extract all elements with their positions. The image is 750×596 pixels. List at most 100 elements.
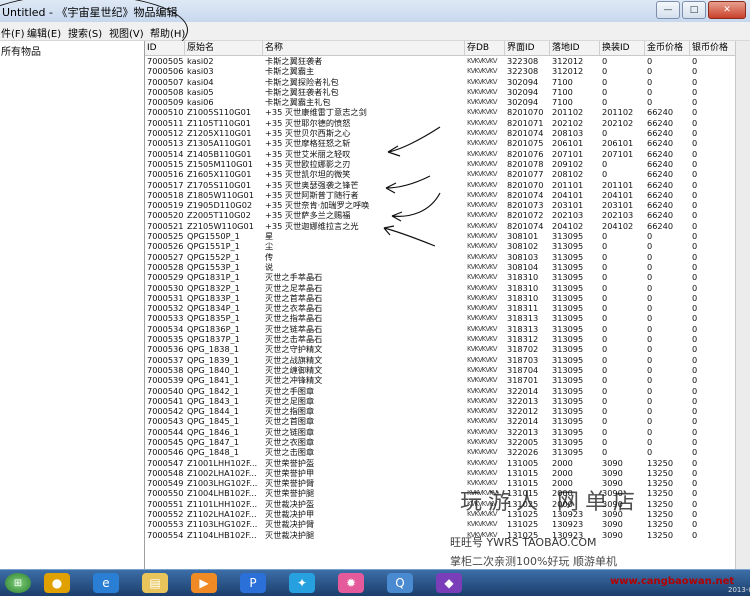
table-row[interactable]: 7000530 QPG1832P_1 灭世之足萃晶石 KVKVKVKV 318310 31… (145, 283, 750, 293)
cell-original-name: QPG_1843_1 (187, 395, 239, 406)
table-row[interactable]: 7000536 QPG_1838_1 灭世之守护精文 KVKVKVKV 318702 31… (145, 344, 750, 354)
cell-swap-id: 0 (602, 282, 608, 293)
table-row[interactable]: 7000531 QPG1833P_1 灭世之首萃晶石 KVKVKVKV 318310 31… (145, 293, 750, 303)
table-row[interactable]: 7000533 QPG1835P_1 灭世之指萃晶石 KVKVKVKV 318313 31… (145, 313, 750, 323)
table-row[interactable]: 7000509 kasi06 卡斯之翼霸主礼包 KVKVKVKV 302094 7100 0… (145, 97, 750, 107)
app-icon[interactable]: ✦ (289, 573, 315, 593)
table-row[interactable]: 7000518 Z1805W110G01 +35 灭世阿斯普丁随行者 KVKVKVKV… (145, 190, 750, 200)
table-row[interactable]: 7000554 Z1104LHB102F... 灭世裁决护腿 KVKVKVKV 1310… (145, 530, 750, 540)
menu-view[interactable]: 视图(V) (109, 25, 144, 40)
cell-swap-id: 204101 (602, 189, 634, 200)
table-row[interactable]: 7000547 Z1001LHH102F... 灭世荣誉护盔 KVKVKVKV 1310… (145, 458, 750, 468)
table-row[interactable]: 7000512 Z1205X110G01 +35 灭世贝尔西斯之心 KVKVKVKV 8… (145, 128, 750, 138)
table-row[interactable]: 7000514 Z1405B110G01 +35 灭世艾米丽之轻叹 KVKVKVKV 8… (145, 149, 750, 159)
cell-original-name: Z1101LHH102F... (187, 498, 258, 509)
table-row[interactable]: 7000540 QPG_1842_1 灭世之手图章 KVKVKVKV 322014 313… (145, 386, 750, 396)
col-header-id[interactable]: ID (145, 41, 185, 55)
cell-swap-id: 0 (602, 97, 608, 108)
table-row[interactable]: 7000537 QPG_1839_1 灭世之战旗精文 KVKVKVKV 318703 31… (145, 355, 750, 365)
cell-name: 灭世之链图章 (265, 426, 315, 437)
table-row[interactable]: 7000529 QPG1831P_1 灭世之手萃晶石 KVKVKVKV 318310 31… (145, 272, 750, 282)
item-grid[interactable]: ID 原始名 名称 存DB 界面ID 落地ID 换装ID 金币价格 银币价格 7… (145, 41, 750, 569)
cell-db: KVKVKVKV (467, 57, 498, 65)
col-header-db[interactable]: 存DB (465, 41, 505, 55)
cell-db: KVKVKVKV (467, 232, 498, 241)
col-header-name[interactable]: 名称 (263, 41, 465, 55)
cell-id: 7000553 (147, 519, 184, 530)
cell-id: 7000534 (147, 323, 184, 334)
table-row[interactable]: 7000553 Z1103LHG102F... 灭世裁决护臂 KVKVKVKV 1310… (145, 519, 750, 529)
table-row[interactable]: 7000521 Z2105W110G01 +35 灭世迦娜维拉言之光 KVKVKVKV… (145, 221, 750, 231)
item-tree[interactable]: 所有物品 (0, 41, 145, 569)
table-row[interactable]: 7000520 Z2005T110G02 +35 灭世萨多兰之赐福 KVKVKVKV 8… (145, 210, 750, 220)
cell-name: +35 灭世欧拉娜影之刃 (265, 158, 351, 169)
editor-icon[interactable]: ◆ (436, 573, 462, 593)
vertical-scrollbar[interactable] (735, 41, 750, 569)
close-button[interactable]: ✕ (708, 1, 746, 19)
table-row[interactable]: 7000513 Z1305A110G01 +35 灭世摩格狂怒之斩 KVKVKVKV 8… (145, 138, 750, 148)
table-row[interactable]: 7000505 kasi02 卡斯之翼狂袭者 KVKVKVKV 322308 312012… (145, 56, 750, 66)
cell-drop-id: 313095 (552, 292, 584, 303)
col-header-drop-id[interactable]: 落地ID (550, 41, 600, 55)
table-row[interactable]: 7000515 Z1505M110G01 +35 灭世欧拉娜影之刃 KVKVKVKV 8… (145, 159, 750, 169)
tree-root-all-items[interactable]: 所有物品 (1, 43, 41, 58)
player-icon[interactable]: P (240, 573, 266, 593)
table-row[interactable]: 7000516 Z1605X110G01 +35 灭世凯尔坦的微笑 KVKVKVKV 8… (145, 169, 750, 179)
table-row[interactable]: 7000527 QPG1552P_1 传 KVKVKVKV 308103 313095 0 0… (145, 252, 750, 262)
table-row[interactable]: 7000549 Z1003LHG102F... 灭世荣誉护臂 KVKVKVKV 1310… (145, 478, 750, 488)
table-row[interactable]: 7000552 Z1102LHA102F... 灭世裁决护甲 KVKVKVKV 1310… (145, 509, 750, 519)
table-row[interactable]: 7000507 kasi04 卡斯之翼探险者礼包 KVKVKVKV 302094 7100… (145, 77, 750, 87)
col-header-swap-id[interactable]: 换装ID (600, 41, 645, 55)
menu-file[interactable]: 件(F) (1, 25, 25, 40)
start-button[interactable]: ⊞ (5, 573, 31, 593)
table-row[interactable]: 7000551 Z1101LHH102F... 灭世裁决护盔 KVKVKVKV 1310… (145, 499, 750, 509)
table-row[interactable]: 7000546 QPG_1848_1 灭世之击图章 KVKVKVKV 322026 313… (145, 447, 750, 457)
cell-gold-price: 66240 (647, 158, 674, 169)
table-row[interactable]: 7000528 QPG1553P_1 说 KVKVKVKV 308104 313095 0 0… (145, 262, 750, 272)
qq-icon[interactable]: ● (44, 573, 70, 593)
cell-swap-id: 0 (602, 436, 608, 447)
ie-icon[interactable]: e (93, 573, 119, 593)
table-row[interactable]: 7000508 kasi05 卡斯之翼狂袭者礼包 KVKVKVKV 302094 7100… (145, 87, 750, 97)
table-row[interactable]: 7000535 QPG1837P_1 灭世之击萃晶石 KVKVKVKV 318312 31… (145, 334, 750, 344)
table-row[interactable]: 7000511 Z1105T110G01 +35 灭世耶尔德的愤怒 KVKVKVKV 8… (145, 118, 750, 128)
table-row[interactable]: 7000526 QPG1551P_1 尘 KVKVKVKV 308102 313095 0 0… (145, 241, 750, 251)
cell-gold-price: 66240 (647, 179, 674, 190)
cell-drop-id: 208103 (552, 128, 584, 139)
menu-help[interactable]: 帮助(H) (150, 25, 185, 40)
col-header-original-name[interactable]: 原始名 (185, 41, 263, 55)
search-tool-icon[interactable]: Q (387, 573, 413, 593)
table-row[interactable]: 7000544 QPG_1846_1 灭世之链图章 KVKVKVKV 322013 313… (145, 427, 750, 437)
cell-ui-id: 8201076 (507, 148, 544, 159)
table-row[interactable]: 7000545 QPG_1847_1 灭世之衣图章 KVKVKVKV 322005 313… (145, 437, 750, 447)
cell-swap-id: 0 (602, 251, 608, 262)
color-wheel-icon[interactable]: ✹ (338, 573, 364, 593)
table-row[interactable]: 7000510 Z1005S110G01 +35 灭世康维雷丁意志之剑 KVKVKVK… (145, 107, 750, 117)
table-row[interactable]: 7000519 Z1905D110G02 +35 灭世奈肯·加瑞罗之呼唤 KVKVKV… (145, 200, 750, 210)
table-row[interactable]: 7000538 QPG_1840_1 灭世之缠御精文 KVKVKVKV 318704 31… (145, 365, 750, 375)
table-row[interactable]: 7000541 QPG_1843_1 灭世之足图章 KVKVKVKV 322013 313… (145, 396, 750, 406)
table-row[interactable]: 7000532 QPG1834P_1 灭世之衣萃晶石 KVKVKVKV 318311 31… (145, 303, 750, 313)
cell-ui-id: 318702 (507, 344, 539, 355)
cell-swap-id: 0 (602, 76, 608, 87)
folder-icon[interactable]: ▤ (142, 573, 168, 593)
table-row[interactable]: 7000506 kasi03 卡斯之翼霸主 KVKVKVKV 322308 312012 0… (145, 66, 750, 76)
minimize-button[interactable]: — (656, 1, 680, 19)
col-header-gold-price[interactable]: 金币价格 (645, 41, 690, 55)
table-row[interactable]: 7000517 Z1705S110G01 +35 灭世奥瑟强袭之锋芒 KVKVKVKV… (145, 180, 750, 190)
maximize-button[interactable]: □ (682, 1, 706, 19)
table-row[interactable]: 7000543 QPG_1845_1 灭世之首图章 KVKVKVKV 322014 313… (145, 416, 750, 426)
table-row[interactable]: 7000542 QPG_1844_1 灭世之指图章 KVKVKVKV 322012 313… (145, 406, 750, 416)
table-row[interactable]: 7000534 QPG1836P_1 灭世之链萃晶石 KVKVKVKV 318313 31… (145, 324, 750, 334)
media-player-icon[interactable]: ▶ (191, 573, 217, 593)
table-row[interactable]: 7000539 QPG_1841_1 灭世之冲锋精文 KVKVKVKV 318701 31… (145, 375, 750, 385)
col-header-ui-id[interactable]: 界面ID (505, 41, 550, 55)
table-row[interactable]: 7000548 Z1002LHA102F... 灭世荣誉护甲 KVKVKVKV 1310… (145, 468, 750, 478)
menu-search[interactable]: 搜索(S) (68, 25, 102, 40)
table-row[interactable]: 7000550 Z1004LHB102F... 灭世荣誉护腿 KVKVKVKV 1310… (145, 488, 750, 498)
cell-id: 7000552 (147, 509, 184, 520)
cell-id: 7000526 (147, 241, 184, 252)
menu-edit[interactable]: 编辑(E) (27, 25, 61, 40)
table-row[interactable]: 7000525 QPG1550P_1 星 KVKVKVKV 308101 313095 0 0… (145, 231, 750, 241)
cell-ui-id: 322013 (507, 395, 539, 406)
